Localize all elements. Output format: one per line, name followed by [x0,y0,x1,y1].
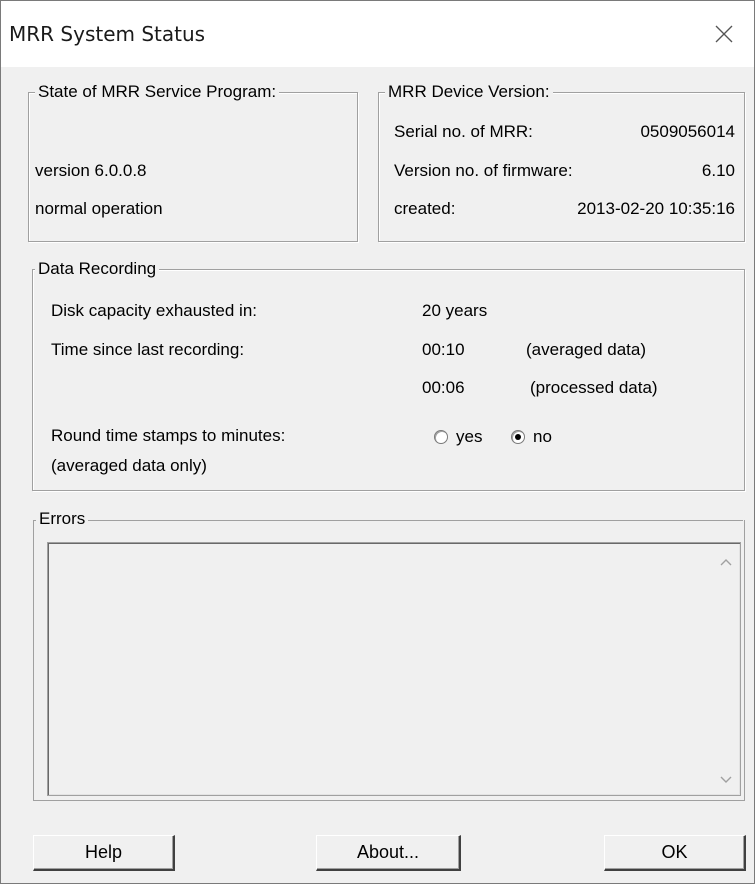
serial-label: Serial no. of MRR: [394,122,533,141]
about-button[interactable]: About... [316,835,461,871]
capacity-value: 20 years [422,301,488,320]
errors-legend: Errors [36,509,89,529]
chevron-up-icon [720,559,732,566]
service-version: version 6.0.0.8 [35,161,147,180]
dialog-body: State of MRR Service Program: version 6.… [1,67,754,883]
firmware-label: Version no. of firmware: [394,161,573,180]
window-title: MRR System Status [9,22,206,46]
service-status: normal operation [35,199,163,218]
mrr-system-status-dialog: MRR System Status State of MRR Service P… [0,0,755,884]
created-label: created: [394,199,456,218]
service-program-legend: State of MRR Service Program: [35,82,280,102]
scroll-up-button[interactable] [713,550,739,574]
errors-scrollbar[interactable] [713,544,739,794]
averaged-label: (averaged data) [526,340,647,359]
close-button[interactable] [694,1,754,67]
ok-button[interactable]: OK [604,835,746,871]
device-version-legend: MRR Device Version: [385,82,553,102]
data-recording-legend: Data Recording [35,259,160,279]
round-note: (averaged data only) [51,456,207,475]
device-version-group: MRR Device Version: Serial no. of MRR: 0… [378,82,745,242]
round-no-option[interactable]: no [511,427,571,447]
round-no-radio[interactable] [511,430,525,444]
serial-value: 0509056014 [640,122,735,141]
processed-time: 00:06 [422,378,465,397]
data-recording-group: Data Recording Disk capacity exhausted i… [32,259,745,491]
round-yes-label: yes [456,427,483,446]
round-yes-radio[interactable] [434,430,448,444]
chevron-down-icon [720,776,732,783]
errors-list[interactable] [47,542,741,796]
service-program-group: State of MRR Service Program: version 6.… [28,82,358,242]
round-label: Round time stamps to minutes: [51,426,286,445]
scroll-down-button[interactable] [713,768,739,792]
since-label: Time since last recording: [51,340,245,359]
help-button[interactable]: Help [33,835,175,871]
errors-group-right-tab [744,520,745,540]
capacity-label: Disk capacity exhausted in: [51,301,257,320]
round-no-label: no [533,427,552,446]
close-icon [715,25,733,43]
firmware-value: 6.10 [701,161,735,180]
title-bar: MRR System Status [1,1,754,67]
radio-selected-dot [515,434,521,440]
processed-label: (processed data) [530,378,658,397]
created-value: 2013-02-20 10:35:16 [577,199,735,218]
round-yes-option[interactable]: yes [434,427,514,447]
errors-group-top-line [33,520,743,521]
averaged-time: 00:10 [422,340,465,359]
